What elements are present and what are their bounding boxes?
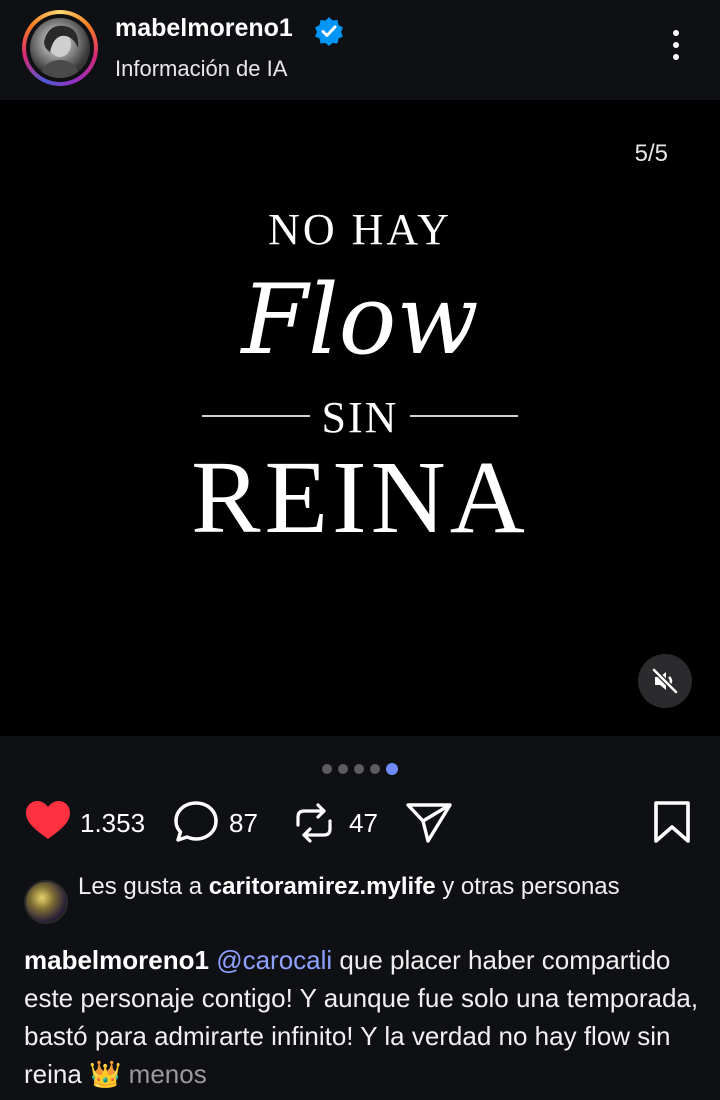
repost-icon[interactable] — [290, 795, 338, 851]
carousel-dot — [354, 763, 364, 774]
post-caption: mabelmoreno1 @carocali que placer haber … — [24, 941, 704, 1093]
caption-username[interactable]: mabelmoreno1 — [24, 945, 209, 975]
share-icon[interactable] — [404, 795, 454, 851]
like-count[interactable]: 1.353 — [80, 808, 145, 839]
crown-emoji: 👑 — [89, 1059, 122, 1089]
liked-by-text[interactable]: Les gusta a caritoramirez.mylife y otras… — [78, 871, 678, 902]
mute-button[interactable] — [638, 654, 692, 708]
verified-badge-icon — [315, 17, 343, 46]
comment-count[interactable]: 87 — [229, 808, 258, 839]
carousel-indicator — [0, 760, 720, 775]
post-header: mabelmoreno1 Información de IA — [0, 0, 720, 100]
liked-by-prefix: Les gusta a — [78, 873, 209, 900]
post-media[interactable]: 5/5 NO HAY Flow SIN REINA — [0, 100, 720, 736]
username[interactable]: mabelmoreno1 — [115, 14, 293, 43]
repost-count[interactable]: 47 — [349, 808, 378, 839]
action-bar: 1.353 87 47 — [0, 795, 720, 851]
carousel-dot — [322, 763, 332, 774]
heart-icon[interactable] — [24, 795, 72, 851]
more-options-icon[interactable] — [662, 30, 690, 66]
avatar[interactable] — [30, 18, 90, 78]
carousel-dot — [370, 763, 380, 774]
media-text-line3: SIN — [321, 393, 399, 442]
avatar-portrait-icon — [40, 25, 80, 78]
speaker-muted-icon — [652, 668, 678, 694]
media-text-line1: NO HAY — [268, 205, 452, 254]
story-ring[interactable] — [22, 10, 98, 86]
carousel-dot — [338, 763, 348, 774]
carousel-dot-active — [386, 762, 398, 775]
liked-by-suffix: y otras personas — [435, 873, 620, 900]
comment-icon[interactable] — [172, 795, 220, 851]
show-less-link[interactable]: menos — [129, 1059, 207, 1089]
bookmark-icon[interactable] — [652, 795, 692, 851]
caption-mention[interactable]: @carocali — [216, 945, 332, 975]
media-text-line4: REINA — [191, 440, 529, 555]
ai-info-label[interactable]: Información de IA — [115, 56, 287, 82]
liker-avatar[interactable] — [24, 880, 68, 924]
carousel-counter: 5/5 — [634, 140, 668, 167]
liker-username[interactable]: caritoramirez.mylife — [209, 873, 436, 900]
media-text-line2: Flow — [241, 264, 479, 376]
avatar-frame — [26, 14, 94, 82]
